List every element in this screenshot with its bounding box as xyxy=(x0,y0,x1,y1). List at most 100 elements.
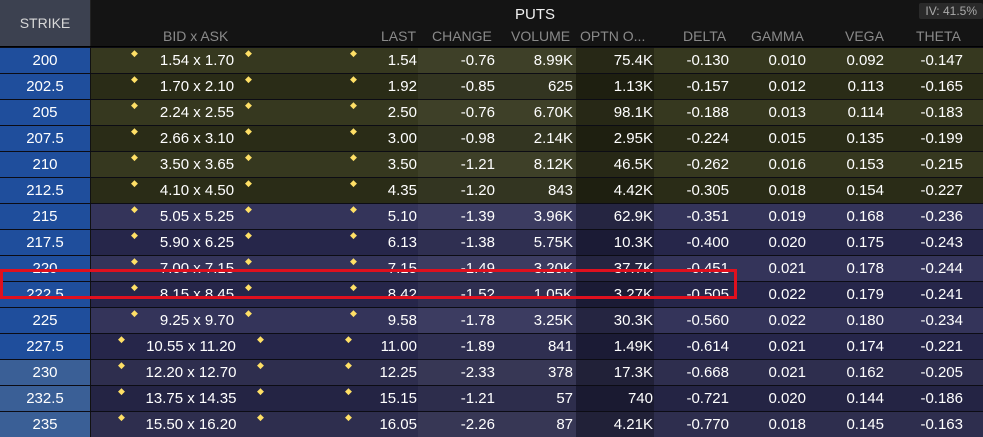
last-cell[interactable]: 3.50 xyxy=(347,152,417,177)
open-interest-cell[interactable]: 98.1K xyxy=(583,100,653,125)
table-row[interactable]: 232.5 ◆ 13.75 x 14.35 ◆ ◆ 15.15 -1.21 57 740 -0.7… xyxy=(0,385,983,411)
delta-cell[interactable]: -0.451 xyxy=(659,256,729,281)
strike-cell[interactable]: 217.5 xyxy=(0,230,91,255)
volume-cell[interactable]: 3.96K xyxy=(503,204,573,229)
last-cell[interactable]: 4.35 xyxy=(347,178,417,203)
last-header[interactable]: LAST xyxy=(381,28,416,44)
change-cell[interactable]: -1.38 xyxy=(425,230,495,255)
theta-cell[interactable]: -0.243 xyxy=(893,230,963,255)
vega-cell[interactable]: 0.178 xyxy=(814,256,884,281)
last-cell[interactable]: 12.25 xyxy=(347,360,417,385)
strike-cell[interactable]: 225 xyxy=(0,308,91,333)
last-cell[interactable]: 2.50 xyxy=(347,100,417,125)
gamma-cell[interactable]: 0.022 xyxy=(736,282,806,307)
vega-cell[interactable]: 0.092 xyxy=(814,48,884,73)
theta-cell[interactable]: -0.234 xyxy=(893,308,963,333)
gamma-cell[interactable]: 0.013 xyxy=(736,100,806,125)
theta-cell[interactable]: -0.227 xyxy=(893,178,963,203)
open-interest-cell[interactable]: 10.3K xyxy=(583,230,653,255)
open-interest-header[interactable]: OPTN O... xyxy=(580,28,645,44)
delta-cell[interactable]: -0.157 xyxy=(659,74,729,99)
change-cell[interactable]: -1.52 xyxy=(425,282,495,307)
open-interest-cell[interactable]: 37.7K xyxy=(583,256,653,281)
vega-cell[interactable]: 0.113 xyxy=(814,74,884,99)
vega-cell[interactable]: 0.175 xyxy=(814,230,884,255)
vega-cell[interactable]: 0.162 xyxy=(814,360,884,385)
open-interest-cell[interactable]: 17.3K xyxy=(583,360,653,385)
open-interest-cell[interactable]: 62.9K xyxy=(583,204,653,229)
change-cell[interactable]: -1.21 xyxy=(425,386,495,411)
strike-cell[interactable]: 232.5 xyxy=(0,386,91,411)
open-interest-cell[interactable]: 2.95K xyxy=(583,126,653,151)
vega-cell[interactable]: 0.154 xyxy=(814,178,884,203)
gamma-cell[interactable]: 0.015 xyxy=(736,126,806,151)
bid-ask-cell[interactable]: 3.50 x 3.65 xyxy=(152,152,242,177)
last-cell[interactable]: 11.00 xyxy=(347,334,417,359)
last-cell[interactable]: 5.10 xyxy=(347,204,417,229)
vega-cell[interactable]: 0.144 xyxy=(814,386,884,411)
open-interest-cell[interactable]: 3.27K xyxy=(583,282,653,307)
bid-ask-cell[interactable]: 13.75 x 14.35 xyxy=(129,386,253,411)
gamma-cell[interactable]: 0.021 xyxy=(736,334,806,359)
volume-header[interactable]: VOLUME xyxy=(511,28,570,44)
bid-ask-cell[interactable]: 8.15 x 8.45 xyxy=(152,282,242,307)
vega-cell[interactable]: 0.174 xyxy=(814,334,884,359)
bid-ask-cell[interactable]: 4.10 x 4.50 xyxy=(152,178,242,203)
open-interest-cell[interactable]: 1.13K xyxy=(583,74,653,99)
change-cell[interactable]: -0.76 xyxy=(425,48,495,73)
vega-cell[interactable]: 0.153 xyxy=(814,152,884,177)
delta-cell[interactable]: -0.614 xyxy=(659,334,729,359)
volume-cell[interactable]: 8.99K xyxy=(503,48,573,73)
open-interest-cell[interactable]: 1.49K xyxy=(583,334,653,359)
volume-cell[interactable]: 2.14K xyxy=(503,126,573,151)
delta-cell[interactable]: -0.224 xyxy=(659,126,729,151)
gamma-cell[interactable]: 0.022 xyxy=(736,308,806,333)
strike-cell[interactable]: 220 xyxy=(0,256,91,281)
change-cell[interactable]: -1.21 xyxy=(425,152,495,177)
delta-cell[interactable]: -0.668 xyxy=(659,360,729,385)
vega-header[interactable]: VEGA xyxy=(845,28,884,44)
table-row[interactable]: 200 ◆ 1.54 x 1.70 ◆ ◆ 1.54 -0.76 8.99K 75.4K -0.1… xyxy=(0,47,983,73)
change-cell[interactable]: -0.76 xyxy=(425,100,495,125)
last-cell[interactable]: 1.54 xyxy=(347,48,417,73)
volume-cell[interactable]: 3.25K xyxy=(503,308,573,333)
gamma-cell[interactable]: 0.021 xyxy=(736,256,806,281)
table-row[interactable]: 235 ◆ 15.50 x 16.20 ◆ ◆ 16.05 -2.26 87 4.21K -0.7… xyxy=(0,411,983,437)
change-cell[interactable]: -1.39 xyxy=(425,204,495,229)
gamma-cell[interactable]: 0.020 xyxy=(736,386,806,411)
gamma-cell[interactable]: 0.012 xyxy=(736,74,806,99)
last-cell[interactable]: 8.42 xyxy=(347,282,417,307)
vega-cell[interactable]: 0.180 xyxy=(814,308,884,333)
last-cell[interactable]: 9.58 xyxy=(347,308,417,333)
delta-cell[interactable]: -0.351 xyxy=(659,204,729,229)
table-row[interactable]: 230 ◆ 12.20 x 12.70 ◆ ◆ 12.25 -2.33 378 17.3K -0.… xyxy=(0,359,983,385)
theta-cell[interactable]: -0.183 xyxy=(893,100,963,125)
volume-cell[interactable]: 6.70K xyxy=(503,100,573,125)
table-row[interactable]: 225 ◆ 9.25 x 9.70 ◆ ◆ 9.58 -1.78 3.25K 30.3K -0.5… xyxy=(0,307,983,333)
gamma-cell[interactable]: 0.021 xyxy=(736,360,806,385)
volume-cell[interactable]: 1.05K xyxy=(503,282,573,307)
table-row[interactable]: 210 ◆ 3.50 x 3.65 ◆ ◆ 3.50 -1.21 8.12K 46.5K -0.2… xyxy=(0,151,983,177)
bid-ask-cell[interactable]: 12.20 x 12.70 xyxy=(129,360,253,385)
strike-cell[interactable]: 210 xyxy=(0,152,91,177)
table-row[interactable]: 220 ◆ 7.00 x 7.15 ◆ ◆ 7.15 -1.49 3.20K 37.7K -0.4… xyxy=(0,255,983,281)
theta-cell[interactable]: -0.241 xyxy=(893,282,963,307)
table-row[interactable]: 222.5 ◆ 8.15 x 8.45 ◆ ◆ 8.42 -1.52 1.05K 3.27K -0… xyxy=(0,281,983,307)
theta-header[interactable]: THETA xyxy=(916,28,961,44)
delta-cell[interactable]: -0.262 xyxy=(659,152,729,177)
open-interest-cell[interactable]: 30.3K xyxy=(583,308,653,333)
last-cell[interactable]: 7.15 xyxy=(347,256,417,281)
theta-cell[interactable]: -0.165 xyxy=(893,74,963,99)
strike-cell[interactable]: 200 xyxy=(0,48,91,73)
volume-cell[interactable]: 843 xyxy=(503,178,573,203)
strike-cell[interactable]: 205 xyxy=(0,100,91,125)
delta-cell[interactable]: -0.505 xyxy=(659,282,729,307)
theta-cell[interactable]: -0.244 xyxy=(893,256,963,281)
strike-cell[interactable]: 215 xyxy=(0,204,91,229)
change-cell[interactable]: -1.49 xyxy=(425,256,495,281)
strike-cell[interactable]: 222.5 xyxy=(0,282,91,307)
open-interest-cell[interactable]: 4.42K xyxy=(583,178,653,203)
change-header[interactable]: CHANGE xyxy=(432,28,492,44)
bid-ask-cell[interactable]: 1.54 x 1.70 xyxy=(152,48,242,73)
strike-cell[interactable]: 202.5 xyxy=(0,74,91,99)
